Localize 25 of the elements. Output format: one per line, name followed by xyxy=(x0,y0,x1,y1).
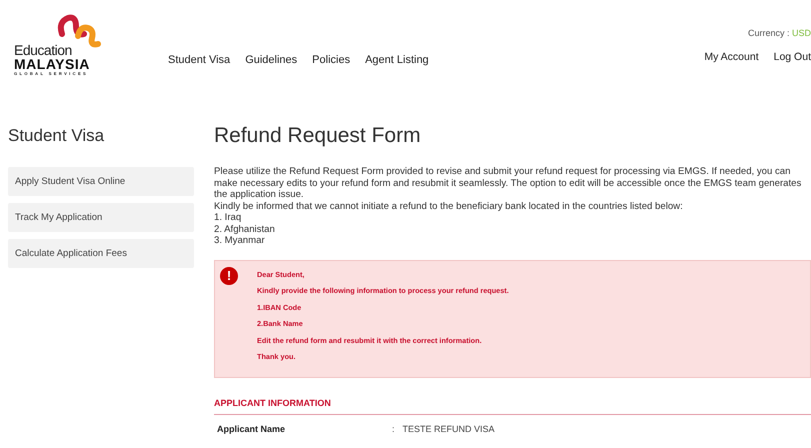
sidebar-item[interactable]: Track My Application xyxy=(8,203,194,232)
sidebar-item[interactable]: Apply Student Visa Online xyxy=(8,167,194,196)
page-title: Refund Request Form xyxy=(214,124,422,148)
alert-icon: ! xyxy=(220,266,238,284)
account-link[interactable]: Log Out xyxy=(774,51,811,63)
sidebar-item[interactable]: Calculate Application Fees xyxy=(8,239,194,268)
field-separator: : xyxy=(392,424,395,434)
intro-text: Please utilize the Refund Request Form provided to revise and submit your refund request for processing via EMGS. If needed, you can make necessary edits to your refund form and resubmit it seamlessly. The option to edit will be accessible once the EMGS team generates the application issue. xyxy=(214,166,802,200)
currency-label: Currency : xyxy=(748,28,790,38)
intro-text: 2. Afghanistan xyxy=(214,224,276,235)
intro-text: Kindly be informed that we cannot initiate a refund to the beneficiary bank located in the countries listed below: xyxy=(214,200,684,212)
field-label: Applicant Name xyxy=(217,424,286,434)
nav-link[interactable]: Student Visa xyxy=(168,54,230,66)
nav-link[interactable]: Guidelines xyxy=(245,54,298,66)
nav-link[interactable]: Agent Listing xyxy=(365,54,429,66)
section-title: APPLICANT INFORMATION xyxy=(214,398,811,414)
currency-value: USD xyxy=(792,28,811,38)
account-link[interactable]: My Account xyxy=(704,51,759,63)
logo-text: MALAYSIA xyxy=(14,57,91,71)
intro-text: 1. Iraq xyxy=(214,212,242,224)
sidebar-title: Student Visa xyxy=(8,126,106,146)
field-value: TESTE REFUND VISA xyxy=(402,424,495,434)
logo-text: Education xyxy=(14,43,73,57)
intro-text: 3. Myanmar xyxy=(214,235,266,246)
nav-link[interactable]: Policies xyxy=(312,54,350,66)
